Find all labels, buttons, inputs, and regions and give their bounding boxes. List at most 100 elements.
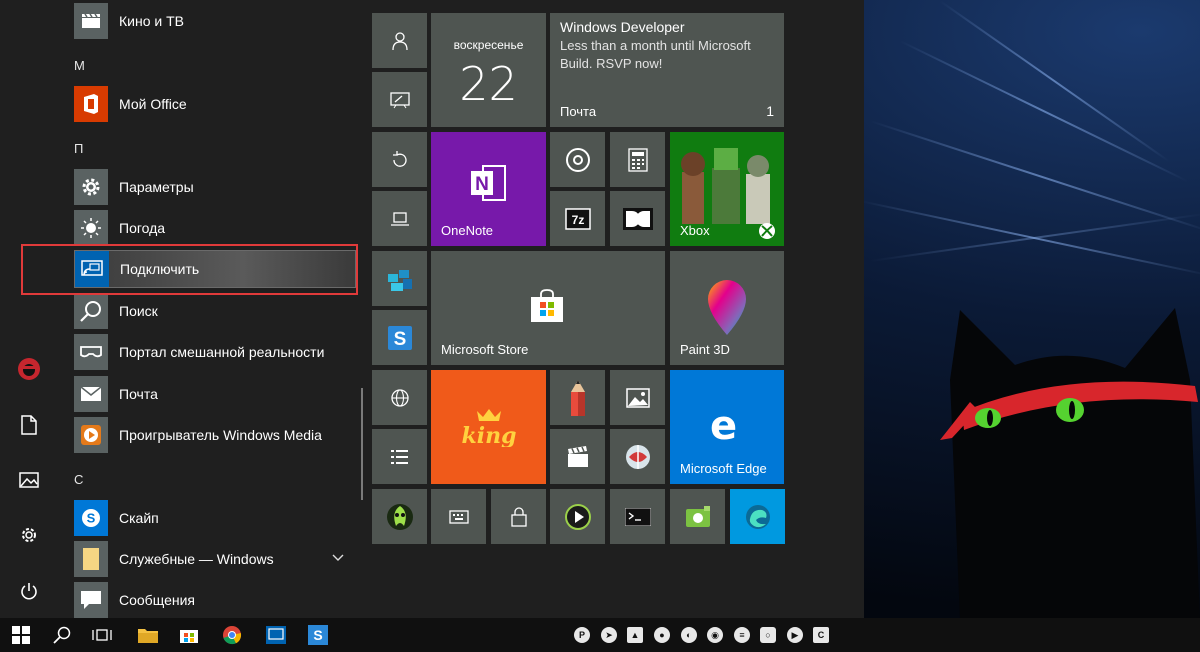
mail-icon [74,376,108,412]
tile-calendar[interactable]: воскресенье 22 [431,13,546,127]
tile-groove-music[interactable] [550,132,605,187]
user-avatar[interactable] [14,354,44,384]
app-list-scrollbar[interactable] [361,388,363,500]
group-letter-p[interactable]: П [74,141,83,156]
svg-text:king: king [461,423,516,447]
svg-text:7z: 7z [571,213,584,227]
tray-layers-icon[interactable]: ≡ [734,627,750,643]
tile-microsoft-store[interactable]: Microsoft Store [431,251,665,365]
play-circle-icon [564,503,591,530]
tile-calculator[interactable] [610,132,665,187]
tray-firefox-icon[interactable]: ◐ [681,627,697,643]
app-item-my-office[interactable]: Мой Office [74,85,356,123]
tray-image-icon[interactable]: ▲ [627,627,643,643]
tile-refresh[interactable] [372,132,427,187]
laptop-icon [390,211,409,226]
search-icon [74,293,108,329]
tile-onenote[interactable]: N OneNote [431,132,546,246]
documents-icon[interactable] [14,410,44,440]
app-label: Портал смешанной реальности [119,344,325,360]
app-item-settings[interactable]: Параметры [74,168,356,206]
edge-e-icon: e [710,403,738,449]
task-view-icon[interactable] [90,623,114,647]
sun-icon [74,210,108,246]
paint-3d-icon [704,277,750,342]
fishing-app-icon [625,444,650,469]
tile-7zip[interactable]: 7z [550,191,605,246]
app-item-windows-accessories[interactable]: Служебные — Windows [74,540,356,578]
xbox-characters-art [681,148,770,224]
store-taskbar-icon[interactable] [177,623,201,647]
tile-edge-new[interactable] [730,489,785,544]
sway-taskbar-icon[interactable]: S [306,623,330,647]
music-disc-icon [565,147,590,172]
7zip-icon: 7z [564,207,591,230]
app-item-media-player[interactable]: Проигрыватель Windows Media [74,416,356,454]
start-rail [0,0,58,618]
whiteboard-icon [389,91,410,108]
tray-play-icon[interactable]: ▶ [787,627,803,643]
tile-terminal[interactable] [610,489,665,544]
tile-alien-app[interactable] [372,489,427,544]
tile-people[interactable] [372,13,427,68]
app-item-weather[interactable]: Погода [74,209,356,247]
svg-text:N: N [475,174,489,195]
app-item-films[interactable]: Кино и ТВ [74,2,356,40]
tile-paint-3d[interactable]: Paint 3D [670,251,784,365]
tile-mail[interactable]: Windows Developer Less than a month unti… [550,13,784,127]
tile-label: Microsoft Edge [680,461,767,476]
windows-start-icon[interactable] [9,623,33,647]
settings-gear-icon[interactable] [14,520,44,550]
ninja-cat-illustration [940,308,1200,618]
list-icon [390,449,408,464]
tray-telegram-icon[interactable]: ➤ [601,627,617,643]
tile-sway[interactable]: S [372,310,427,365]
tile-video-editor[interactable] [550,429,605,484]
app-list: Кино и ТВ М Мой Office П Параметры Погод… [58,0,368,618]
tile-xbox[interactable]: Xbox [670,132,784,246]
tray-chrome-icon[interactable]: ● [654,627,670,643]
tile-bricks-app[interactable] [372,251,427,306]
tile-photos[interactable] [610,370,665,425]
tile-laptop[interactable] [372,191,427,246]
tile-globe[interactable] [372,370,427,425]
tile-lock[interactable] [491,489,546,544]
app-item-mixed-reality[interactable]: Портал смешанной реальности [74,333,356,371]
app-label: Проигрыватель Windows Media [119,427,322,443]
tile-media-player[interactable] [550,489,605,544]
pictures-icon[interactable] [14,465,44,495]
office-icon [74,86,108,122]
tray-record-icon[interactable]: ○ [760,627,776,643]
tile-fishing-app[interactable] [610,429,665,484]
chevron-down-icon[interactable] [332,554,344,562]
dolby-icon [622,207,653,230]
tile-whiteboard[interactable] [372,72,427,127]
app-item-mail[interactable]: Почта [74,375,356,413]
connect-taskbar-icon[interactable] [264,623,288,647]
file-explorer-icon[interactable] [136,623,160,647]
chrome-icon[interactable] [220,623,244,647]
tile-green-app[interactable] [670,489,725,544]
start-menu: Кино и ТВ М Мой Office П Параметры Погод… [0,0,864,618]
tile-king-game[interactable]: king [431,370,546,484]
tray-c-icon[interactable]: C [813,627,829,643]
sway-icon: S [387,325,412,350]
tile-pencil-app[interactable] [550,370,605,425]
app-item-messages[interactable]: Сообщения [74,581,356,619]
edge-wave-icon [745,504,770,529]
group-letter-m[interactable]: М [74,58,85,73]
calculator-icon [627,147,648,172]
tray-eye-icon[interactable]: ◉ [707,627,723,643]
tile-list[interactable] [372,429,427,484]
app-item-skype[interactable]: S Скайп [74,499,356,537]
tile-dolby[interactable] [610,191,665,246]
taskbar-search-icon[interactable] [50,623,74,647]
refresh-icon [392,150,407,167]
green-camera-icon [685,505,710,527]
tray-ps-icon[interactable]: P [574,627,590,643]
tile-keyboard[interactable] [431,489,486,544]
app-item-search[interactable]: Поиск [74,292,356,330]
tile-microsoft-edge[interactable]: e Microsoft Edge [670,370,784,484]
group-letter-s[interactable]: С [74,472,83,487]
power-icon[interactable] [14,576,44,606]
